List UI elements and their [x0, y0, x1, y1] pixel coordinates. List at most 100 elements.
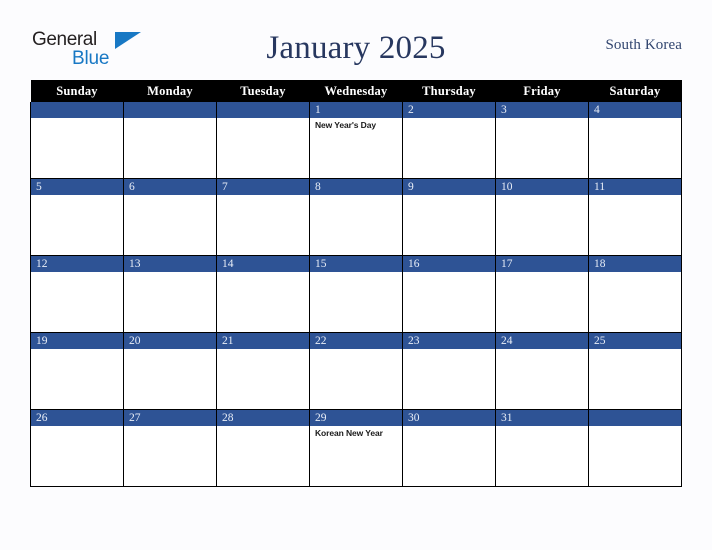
day-events: Korean New Year [310, 426, 402, 439]
day-number: 1 [310, 102, 402, 118]
day-events [31, 118, 123, 120]
calendar-day-cell[interactable]: 19 [30, 332, 124, 410]
day-number: 7 [217, 179, 309, 195]
day-number [124, 102, 216, 118]
day-number: 31 [496, 410, 588, 426]
day-number: 10 [496, 179, 588, 195]
day-events [589, 272, 681, 274]
calendar-day-cell[interactable]: 11 [588, 178, 682, 256]
day-events: New Year's Day [310, 118, 402, 131]
weekday-header-friday: Friday [495, 80, 589, 102]
calendar-week-row: 12 13 14 15 16 17 18 [30, 255, 682, 333]
calendar-day-cell[interactable]: 1 New Year's Day [309, 102, 403, 179]
weekday-header-thursday: Thursday [402, 80, 496, 102]
calendar-day-cell-empty [588, 409, 682, 487]
calendar-day-cell[interactable]: 28 [216, 409, 310, 487]
calendar-week-row: 26 27 28 29 Korean New Year 30 31 [30, 409, 682, 487]
day-number: 9 [403, 179, 495, 195]
calendar-day-cell[interactable]: 20 [123, 332, 217, 410]
day-number: 18 [589, 256, 681, 272]
calendar-day-cell[interactable]: 4 [588, 102, 682, 179]
day-events [124, 272, 216, 274]
calendar-day-cell[interactable]: 27 [123, 409, 217, 487]
calendar-day-cell[interactable]: 17 [495, 255, 589, 333]
day-events [589, 118, 681, 120]
day-number: 24 [496, 333, 588, 349]
day-number: 17 [496, 256, 588, 272]
calendar-day-cell[interactable]: 3 [495, 102, 589, 179]
weekday-header-saturday: Saturday [588, 80, 682, 102]
day-events [496, 272, 588, 274]
weekday-header-sunday: Sunday [30, 80, 124, 102]
calendar-day-cell[interactable]: 2 [402, 102, 496, 179]
day-events [217, 349, 309, 351]
day-events [403, 272, 495, 274]
day-events [403, 426, 495, 428]
calendar-week-row: 1 New Year's Day 2 3 4 [30, 102, 682, 179]
calendar-day-cell[interactable]: 15 [309, 255, 403, 333]
calendar-day-cell[interactable]: 5 [30, 178, 124, 256]
day-events [310, 272, 402, 274]
day-events [403, 195, 495, 197]
calendar-grid: Sunday Monday Tuesday Wednesday Thursday… [30, 80, 682, 487]
day-number [31, 102, 123, 118]
day-events [217, 272, 309, 274]
day-number: 2 [403, 102, 495, 118]
calendar-day-cell[interactable]: 31 [495, 409, 589, 487]
day-number: 15 [310, 256, 402, 272]
day-events [403, 118, 495, 120]
calendar-day-cell[interactable]: 6 [123, 178, 217, 256]
day-number: 30 [403, 410, 495, 426]
calendar-day-cell[interactable]: 16 [402, 255, 496, 333]
day-events [31, 349, 123, 351]
day-events [496, 349, 588, 351]
day-events [124, 118, 216, 120]
calendar-day-cell-empty [30, 102, 124, 179]
day-number: 12 [31, 256, 123, 272]
calendar-day-cell[interactable]: 29 Korean New Year [309, 409, 403, 487]
calendar-day-cell[interactable]: 23 [402, 332, 496, 410]
day-number: 21 [217, 333, 309, 349]
calendar-day-cell[interactable]: 26 [30, 409, 124, 487]
day-events [217, 118, 309, 120]
country-label: South Korea [605, 37, 682, 53]
day-events [496, 118, 588, 120]
day-events [31, 426, 123, 428]
day-number: 27 [124, 410, 216, 426]
day-number: 11 [589, 179, 681, 195]
day-events [310, 195, 402, 197]
day-events [124, 426, 216, 428]
day-events [589, 195, 681, 197]
calendar-day-cell[interactable]: 8 [309, 178, 403, 256]
calendar-day-cell[interactable]: 18 [588, 255, 682, 333]
day-number: 22 [310, 333, 402, 349]
calendar-day-cell[interactable]: 9 [402, 178, 496, 256]
day-number: 28 [217, 410, 309, 426]
day-number: 4 [589, 102, 681, 118]
day-number: 26 [31, 410, 123, 426]
calendar-page: General Blue January 2025 South Korea Su… [0, 0, 712, 550]
day-number: 23 [403, 333, 495, 349]
day-events [589, 426, 681, 428]
day-events [124, 349, 216, 351]
calendar-day-cell[interactable]: 13 [123, 255, 217, 333]
day-number [589, 410, 681, 426]
day-number: 25 [589, 333, 681, 349]
calendar-day-cell[interactable]: 12 [30, 255, 124, 333]
calendar-day-cell[interactable]: 22 [309, 332, 403, 410]
calendar-day-cell[interactable]: 10 [495, 178, 589, 256]
day-events [124, 195, 216, 197]
day-events [31, 195, 123, 197]
calendar-day-cell[interactable]: 30 [402, 409, 496, 487]
weekday-header-row: Sunday Monday Tuesday Wednesday Thursday… [30, 80, 682, 102]
day-events [310, 349, 402, 351]
calendar-day-cell[interactable]: 25 [588, 332, 682, 410]
calendar-day-cell[interactable]: 24 [495, 332, 589, 410]
day-events [496, 195, 588, 197]
day-number: 16 [403, 256, 495, 272]
calendar-body: 1 New Year's Day 2 3 4 5 6 7 8 9 10 11 12 13 14 15 16 17 1… [30, 102, 682, 487]
calendar-day-cell[interactable]: 7 [216, 178, 310, 256]
day-number: 29 [310, 410, 402, 426]
calendar-day-cell[interactable]: 14 [216, 255, 310, 333]
calendar-day-cell[interactable]: 21 [216, 332, 310, 410]
